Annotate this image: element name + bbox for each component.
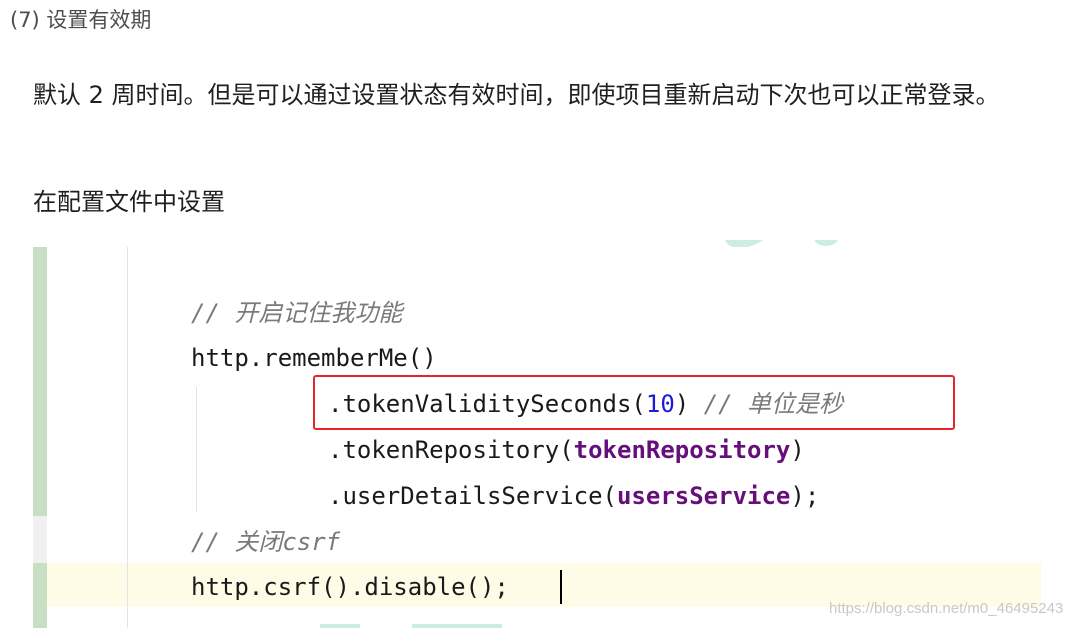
config-paragraph: 在配置文件中设置	[33, 188, 225, 216]
code-line-user-details-service: .userDetailsService(usersService);	[328, 480, 819, 512]
code-line-remember-me: http.rememberMe()	[191, 344, 437, 372]
code-comment-disable-csrf: // 关闭csrf	[191, 528, 341, 556]
code-token: .userDetailsService(	[328, 482, 617, 510]
section-heading: (7) 设置有效期	[10, 8, 152, 32]
image-watermark: https://blog.csdn.net/m0_46495243	[829, 600, 1064, 617]
code-token: );	[790, 482, 820, 510]
code-screenshot: // 开启记住我功能 http.rememberMe() .tokenValid…	[0, 240, 1085, 628]
code-field-token-repository: tokenRepository	[573, 436, 791, 464]
text-caret	[560, 570, 562, 604]
code-token: )	[790, 436, 805, 464]
indent-guide	[196, 387, 197, 512]
decorative-shape	[412, 624, 502, 628]
code-line-csrf-disable: http.csrf().disable();	[191, 573, 509, 601]
code-line-token-repository: .tokenRepository(tokenRepository)	[328, 434, 805, 466]
indent-guide	[127, 247, 128, 628]
editor-gutter	[33, 247, 47, 628]
highlight-box	[313, 375, 955, 430]
code-comment-remember-me: // 开启记住我功能	[191, 299, 403, 327]
editor-gutter-gap	[33, 516, 47, 563]
code-field-users-service: usersService	[616, 482, 791, 510]
description-paragraph: 默认 2 周时间。但是可以通过设置状态有效时间，即使项目重新启动下次也可以正常登…	[33, 81, 1000, 109]
code-token: .tokenRepository(	[328, 436, 574, 464]
decorative-shape	[814, 240, 838, 246]
decorative-shape	[320, 624, 360, 628]
